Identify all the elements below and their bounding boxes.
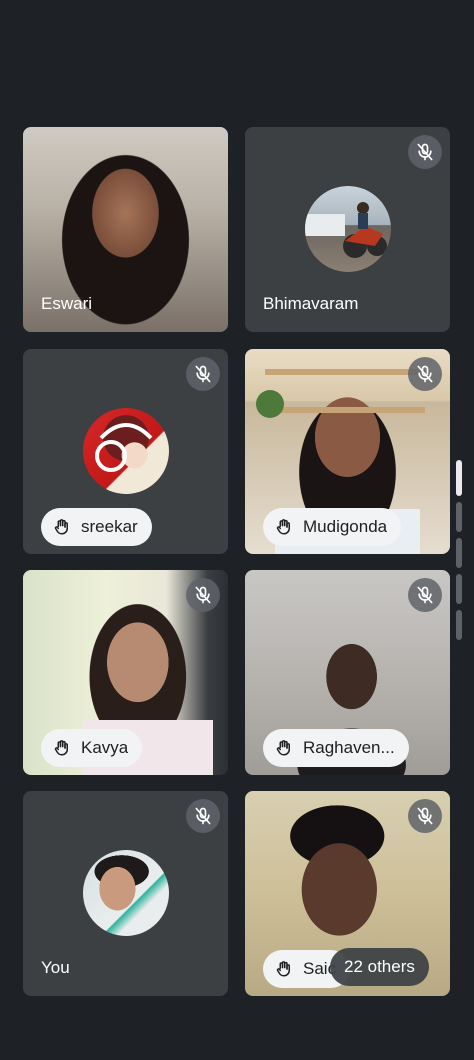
scroll-thumb[interactable] xyxy=(456,460,462,496)
scroll-track-segment xyxy=(456,610,462,640)
name-chip: sreekar xyxy=(41,508,152,546)
mic-off-icon xyxy=(186,799,220,833)
raised-hand-icon xyxy=(276,740,290,756)
participant-name: Kavya xyxy=(81,738,129,757)
mic-off-icon xyxy=(408,135,442,169)
participant-tile-bhimavaram[interactable]: Bhimavaram xyxy=(245,127,450,332)
mic-off-icon xyxy=(186,578,220,612)
raised-hand-icon xyxy=(54,740,68,756)
participant-name: Bhimavaram xyxy=(263,294,359,313)
participant-grid: Eswari Bhimavaram sreekar Mudigonda Kavy… xyxy=(0,0,474,1060)
name-chip: Mudigonda xyxy=(263,508,402,546)
scroll-track-segment xyxy=(456,502,462,532)
participant-tile-sreekar[interactable]: sreekar xyxy=(23,349,228,554)
participant-name: Eswari xyxy=(41,294,93,313)
mic-off-icon xyxy=(408,799,442,833)
scroll-track-segment xyxy=(456,538,462,568)
scroll-track-segment xyxy=(456,574,462,604)
avatar xyxy=(83,408,169,494)
raised-hand-icon xyxy=(276,961,290,977)
participant-tile-kavya[interactable]: Kavya xyxy=(23,570,228,775)
participant-name: sreekar xyxy=(81,517,138,536)
raised-hand-icon xyxy=(276,519,290,535)
name-chip: Kavya xyxy=(41,729,143,767)
name-chip: Raghaven... xyxy=(263,729,409,767)
mic-off-icon xyxy=(408,578,442,612)
others-count-button[interactable]: 22 others xyxy=(330,948,429,986)
mic-off-icon xyxy=(408,357,442,391)
participant-name: Mudigonda xyxy=(303,517,388,536)
participant-name: Raghaven... xyxy=(303,738,395,757)
participant-name: You xyxy=(41,958,70,977)
raised-hand-icon xyxy=(54,519,68,535)
participant-tile-eswari[interactable]: Eswari xyxy=(23,127,228,332)
avatar xyxy=(305,186,391,272)
participant-tile-raghaven[interactable]: Raghaven... xyxy=(245,570,450,775)
mic-off-icon xyxy=(186,357,220,391)
avatar xyxy=(83,850,169,936)
scroll-indicator[interactable] xyxy=(456,460,462,640)
participant-tile-you[interactable]: You xyxy=(23,791,228,996)
participant-tile-mudigonda[interactable]: Mudigonda xyxy=(245,349,450,554)
